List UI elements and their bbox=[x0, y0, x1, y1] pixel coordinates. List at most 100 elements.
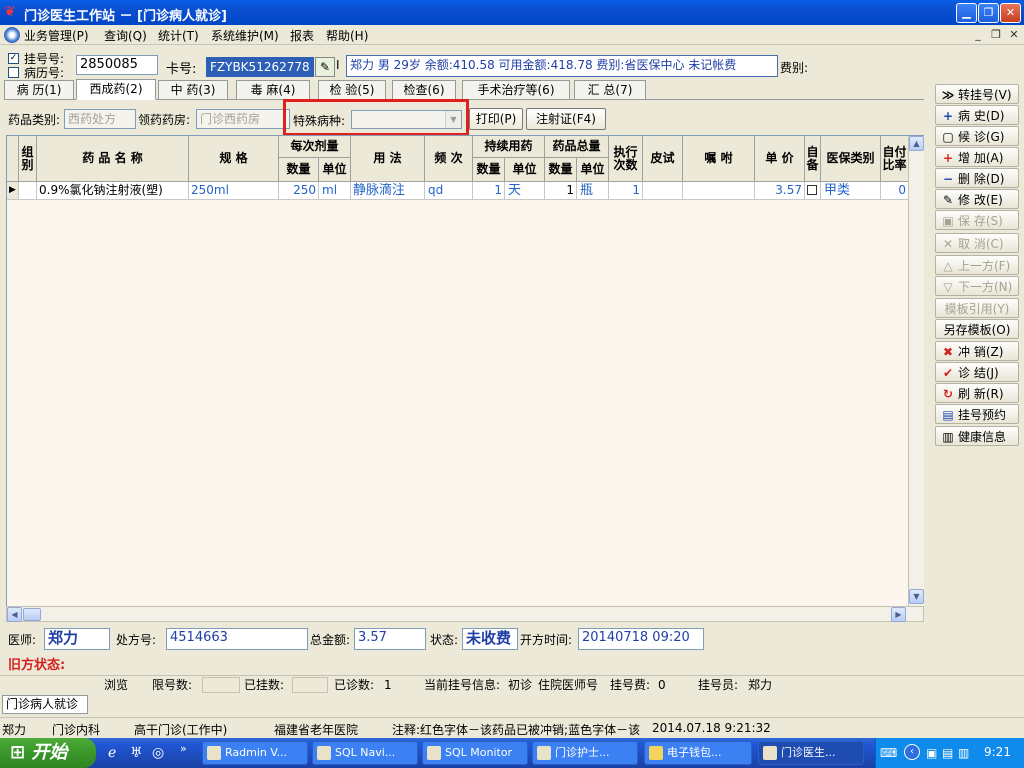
drug-type-select[interactable]: 西药处方 bbox=[64, 109, 136, 129]
mdi-restore-button[interactable]: ❐ bbox=[988, 28, 1004, 42]
task-radmin[interactable]: Radmin V... bbox=[202, 741, 308, 765]
vertical-scrollbar[interactable]: ▲ ▼ bbox=[908, 136, 924, 606]
transfer-reg-button[interactable]: ≫ 转挂号(V) bbox=[935, 84, 1019, 104]
reg-no-input[interactable]: 2850085 bbox=[76, 55, 158, 75]
injection-cert-button[interactable]: 注射证(F4) bbox=[526, 108, 606, 130]
save-template-button[interactable]: 另存模板(O) bbox=[935, 319, 1019, 339]
waiting-button[interactable]: ▢ 候 诊(G) bbox=[935, 126, 1019, 146]
self-pay-ratio-cell[interactable]: 0 bbox=[881, 182, 909, 200]
total-header: 药品总量 bbox=[545, 136, 609, 158]
doctor-label: 医师: bbox=[8, 633, 37, 647]
add-button[interactable]: + 增 加(A) bbox=[935, 147, 1019, 167]
group-cell[interactable] bbox=[19, 182, 37, 200]
tray-collapse-icon[interactable]: ‹ bbox=[904, 744, 920, 760]
insurance-class-cell[interactable]: 甲类 bbox=[821, 182, 881, 200]
skin-test-cell[interactable] bbox=[643, 182, 683, 200]
edit-button[interactable]: ✎ 修 改(E) bbox=[935, 189, 1019, 209]
tab-chinese-medicine[interactable]: 中 药(3) bbox=[158, 80, 228, 99]
drug-name-cell[interactable]: 0.9%氯化钠注射液(塑) bbox=[37, 182, 189, 200]
add-row-icon: + bbox=[942, 151, 954, 165]
save-button[interactable]: ▣ 保 存(S) bbox=[935, 210, 1019, 230]
self-supplied-cell[interactable] bbox=[805, 182, 821, 200]
menu-business[interactable]: 业务管理(P) bbox=[24, 27, 89, 44]
menu-query[interactable]: 查询(Q) bbox=[104, 27, 147, 44]
write-off-button[interactable]: ✖ 冲 销(Z) bbox=[935, 341, 1019, 361]
print-button[interactable]: 打印(P) bbox=[469, 108, 523, 130]
self-supplied-checkbox[interactable] bbox=[807, 185, 817, 195]
tab-western-medicine[interactable]: 西成药(2) bbox=[76, 79, 156, 100]
scroll-thumb[interactable] bbox=[23, 608, 41, 621]
ie-icon[interactable]: ℯ bbox=[108, 745, 116, 761]
task-sql-navigator[interactable]: SQL Navi... bbox=[312, 741, 418, 765]
card-no-input[interactable]: FZYBK51262778 bbox=[206, 57, 314, 77]
browser-icon[interactable]: ◎ bbox=[152, 745, 164, 761]
row-indicator[interactable]: ▶ bbox=[7, 182, 19, 200]
close-button[interactable]: ✕ bbox=[1000, 3, 1021, 23]
clock[interactable]: 9:21 bbox=[984, 745, 1011, 759]
delete-button[interactable]: − 删 除(D) bbox=[935, 168, 1019, 188]
instruction-cell[interactable] bbox=[683, 182, 755, 200]
price-cell[interactable]: 3.57 bbox=[755, 182, 805, 200]
menu-statistics[interactable]: 统计(T) bbox=[158, 27, 199, 44]
continuous-unit-cell[interactable]: 天 bbox=[505, 182, 545, 200]
history-button[interactable]: + 病 史(D) bbox=[935, 105, 1019, 125]
network-icon[interactable]: ▣ bbox=[926, 746, 937, 760]
reg-no-checkbox[interactable]: ✓ bbox=[8, 53, 19, 64]
quicklaunch-icon[interactable]: ♅ bbox=[130, 745, 143, 761]
tab-lab-tests[interactable]: 检 验(5) bbox=[318, 80, 386, 99]
horizontal-scrollbar[interactable]: ◀ ▶ bbox=[6, 606, 924, 622]
menu-help[interactable]: 帮助(H) bbox=[326, 27, 368, 44]
dose-unit-cell[interactable]: ml bbox=[319, 182, 351, 200]
task-e-wallet[interactable]: 电子钱包... bbox=[644, 741, 752, 765]
pharmacy-select[interactable]: 门诊西药房 bbox=[196, 109, 290, 129]
card-reader-icon[interactable]: ✎ bbox=[315, 57, 335, 77]
spec-cell[interactable]: 250ml bbox=[189, 182, 279, 200]
finish-visit-button[interactable]: ✔ 诊 结(J) bbox=[935, 362, 1019, 382]
state-label: 状态: bbox=[430, 633, 459, 647]
use-template-button[interactable]: 模板引用(Y) bbox=[935, 298, 1019, 318]
refresh-button[interactable]: ↻ 刷 新(R) bbox=[935, 383, 1019, 403]
task-nurse-station[interactable]: 门诊护士... bbox=[532, 741, 638, 765]
minimize-button[interactable]: ▁ bbox=[956, 3, 977, 23]
cancel-button[interactable]: ✕ 取 消(C) bbox=[935, 233, 1019, 253]
scroll-left-icon[interactable]: ◀ bbox=[7, 607, 22, 622]
task-doctor-station[interactable]: 门诊医生... bbox=[758, 741, 864, 765]
scroll-right-icon[interactable]: ▶ bbox=[891, 607, 906, 622]
appointment-button[interactable]: ▤ 挂号预约 bbox=[935, 404, 1019, 424]
tab-examination[interactable]: 检查(6) bbox=[392, 80, 456, 99]
mdi-close-button[interactable]: ✕ bbox=[1006, 28, 1022, 42]
more-chevron-icon[interactable]: » bbox=[180, 742, 187, 755]
tab-surgery[interactable]: 手术治疗等(6) bbox=[462, 80, 570, 99]
usage-cell[interactable]: 静脉滴注 bbox=[351, 182, 425, 200]
sql-navigator-icon bbox=[317, 746, 331, 760]
tab-narcotics[interactable]: 毒 麻(4) bbox=[236, 80, 310, 99]
prescription-grid[interactable]: 组别 药 品 名 称 规 格 每次剂量 数量 单位 用 法 频 次 持续用药 数… bbox=[6, 135, 924, 607]
mdi-minimize-button[interactable]: _ bbox=[970, 28, 986, 42]
task-sql-monitor[interactable]: SQL Monitor bbox=[422, 741, 528, 765]
total-unit-cell[interactable]: 瓶 bbox=[577, 182, 609, 200]
previous-rx-button[interactable]: △ 上一方(F) bbox=[935, 255, 1019, 275]
health-info-button[interactable]: ▥ 健康信息 bbox=[935, 426, 1019, 446]
start-button[interactable]: ⊞ 开始 bbox=[0, 738, 96, 768]
tab-summary[interactable]: 汇 总(7) bbox=[574, 80, 646, 99]
per-dose-qty-header: 数量 bbox=[279, 158, 319, 182]
restore-button[interactable]: ❐ bbox=[978, 3, 999, 23]
dose-qty-cell[interactable]: 250 bbox=[279, 182, 319, 200]
printer-icon[interactable]: ▤ bbox=[942, 746, 953, 760]
keyboard-icon[interactable]: ⌨ bbox=[880, 746, 897, 760]
record-no-checkbox[interactable] bbox=[8, 67, 19, 78]
menu-reports[interactable]: 报表 bbox=[290, 27, 314, 44]
network-2-icon[interactable]: ▥ bbox=[958, 746, 969, 760]
continuous-qty-cell[interactable]: 1 bbox=[473, 182, 505, 200]
tab-medical-record[interactable]: 病 历(1) bbox=[4, 80, 74, 99]
frequency-cell[interactable]: qd bbox=[425, 182, 473, 200]
next-rx-button[interactable]: ▽ 下一方(N) bbox=[935, 276, 1019, 296]
scroll-up-icon[interactable]: ▲ bbox=[909, 136, 924, 151]
total-qty-cell[interactable]: 1 bbox=[545, 182, 577, 200]
doc-tab-outpatient[interactable]: 门诊病人就诊 bbox=[2, 695, 88, 714]
scroll-down-icon[interactable]: ▼ bbox=[909, 589, 924, 604]
exec-count-cell[interactable]: 1 bbox=[609, 182, 643, 200]
title-bar[interactable]: ❦ 门诊医生工作站 － [门诊病人就诊] ▁ ❐ ✕ bbox=[0, 0, 1024, 25]
plus-icon: + bbox=[942, 109, 954, 123]
menu-system[interactable]: 系统维护(M) bbox=[211, 27, 279, 44]
